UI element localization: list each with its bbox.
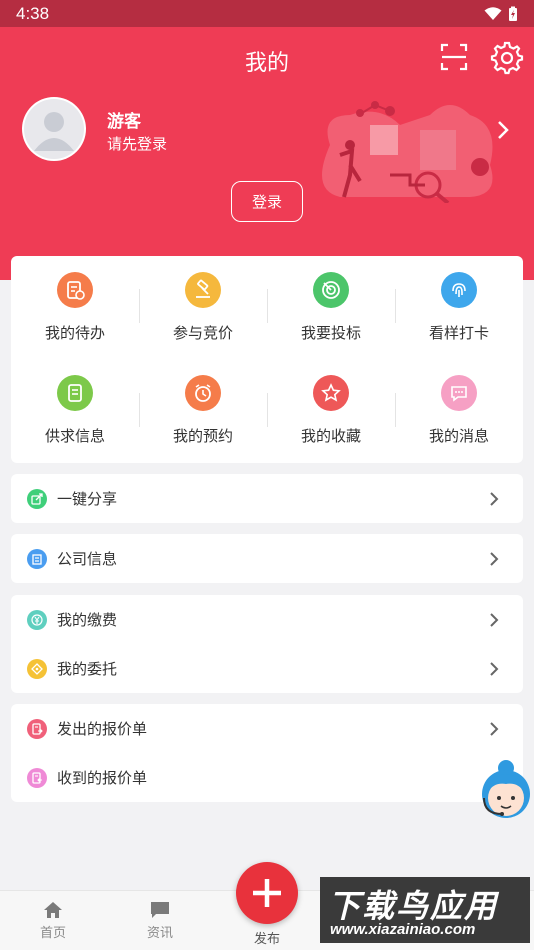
document-clock-icon xyxy=(57,272,93,308)
share-card: 一键分享 xyxy=(11,474,523,523)
document-icon xyxy=(57,375,93,411)
target-icon xyxy=(313,272,349,308)
menu-share[interactable]: 一键分享 xyxy=(11,474,523,523)
puzzle-illustration xyxy=(322,101,493,203)
chevron-right-icon xyxy=(490,662,499,676)
gear-icon[interactable] xyxy=(490,41,524,75)
battery-icon xyxy=(509,6,517,21)
menu-quotes-received[interactable]: 收到的报价单 xyxy=(11,753,523,802)
plus-icon xyxy=(253,879,281,907)
alarm-clock-icon xyxy=(185,375,221,411)
menu-quotes-sent[interactable]: 发出的报价单 xyxy=(11,704,523,753)
login-prompt[interactable]: 请先登录 xyxy=(107,133,167,154)
status-bar: 4:38 xyxy=(0,0,534,27)
nav-label: 首页 xyxy=(39,926,66,941)
menu-label: 公司信息 xyxy=(57,550,118,568)
grid-item-tender[interactable]: 我要投标 xyxy=(267,256,395,356)
grid-item-supply-demand[interactable]: 供求信息 xyxy=(11,359,139,459)
grid-item-todo[interactable]: 我的待办 xyxy=(11,256,139,356)
chevron-right-icon xyxy=(490,552,499,566)
grid-item-checkin[interactable]: 看样打卡 xyxy=(395,256,523,356)
menu-label: 发出的报价单 xyxy=(57,720,148,738)
chevron-right-icon xyxy=(490,722,499,736)
menu-fees[interactable]: 我的缴费 xyxy=(11,595,523,644)
default-user-icon xyxy=(24,99,84,159)
nav-news[interactable]: 资讯 xyxy=(130,901,190,941)
publish-button[interactable] xyxy=(236,862,298,924)
chevron-right-icon xyxy=(490,613,499,627)
quick-actions-grid: 我的待办 参与竞价 我要投标 看样打卡 供求信息 我的预约 我的收藏 我的消息 xyxy=(11,256,523,463)
quotes-card: 发出的报价单 收到的报价单 xyxy=(11,704,523,802)
chat-bubble-icon xyxy=(441,375,477,411)
customer-service-icon[interactable] xyxy=(478,758,534,820)
menu-entrust[interactable]: 我的委托 xyxy=(11,644,523,693)
fingerprint-icon xyxy=(441,272,477,308)
news-icon xyxy=(151,902,169,918)
publish-label: 发布 xyxy=(253,932,280,947)
yen-icon xyxy=(27,609,47,630)
nav-home[interactable]: 首页 xyxy=(23,901,83,941)
chevron-right-icon[interactable] xyxy=(495,119,511,141)
grid-item-favorites[interactable]: 我的收藏 xyxy=(267,359,395,459)
menu-label: 一键分享 xyxy=(57,490,118,508)
building-icon xyxy=(27,548,47,569)
avatar[interactable] xyxy=(22,97,86,161)
grid-item-appointment[interactable]: 我的预约 xyxy=(139,359,267,459)
login-button[interactable]: 登录 xyxy=(231,181,303,222)
wifi-icon xyxy=(484,6,502,20)
gavel-icon xyxy=(185,272,221,308)
grid-label: 我的消息 xyxy=(428,427,489,445)
menu-company-info[interactable]: 公司信息 xyxy=(11,534,523,583)
nav-label: 资讯 xyxy=(146,926,173,941)
grid-label: 我的待办 xyxy=(44,324,105,342)
share-icon xyxy=(27,488,47,509)
grid-label: 我的预约 xyxy=(172,427,233,445)
quote-received-icon xyxy=(27,767,47,788)
company-card: 公司信息 xyxy=(11,534,523,583)
grid-label: 我要投标 xyxy=(300,324,361,342)
watermark: 下载鸟应用 www.xiazainiao.com xyxy=(320,877,530,943)
status-time: 4:38 xyxy=(16,3,50,23)
tag-icon xyxy=(27,658,47,679)
chevron-right-icon xyxy=(490,492,499,506)
menu-label: 我的委托 xyxy=(57,660,118,678)
menu-label: 我的缴费 xyxy=(57,611,118,629)
grid-item-messages[interactable]: 我的消息 xyxy=(395,359,523,459)
home-icon xyxy=(44,902,62,918)
profile-header: 我的 游客 请先登录 登录 xyxy=(0,27,534,280)
grid-label: 参与竞价 xyxy=(172,324,233,342)
grid-label: 我的收藏 xyxy=(300,427,361,445)
star-icon xyxy=(313,375,349,411)
grid-label: 供求信息 xyxy=(44,427,105,445)
scan-icon[interactable] xyxy=(440,43,468,71)
user-name[interactable]: 游客 xyxy=(107,107,141,132)
grid-item-bidding[interactable]: 参与竞价 xyxy=(139,256,267,356)
watermark-url: www.xiazainiao.com xyxy=(330,921,476,938)
grid-label: 看样打卡 xyxy=(428,324,489,342)
payment-card: 我的缴费 我的委托 xyxy=(11,595,523,693)
menu-label: 收到的报价单 xyxy=(57,769,148,787)
quote-sent-icon xyxy=(27,718,47,739)
